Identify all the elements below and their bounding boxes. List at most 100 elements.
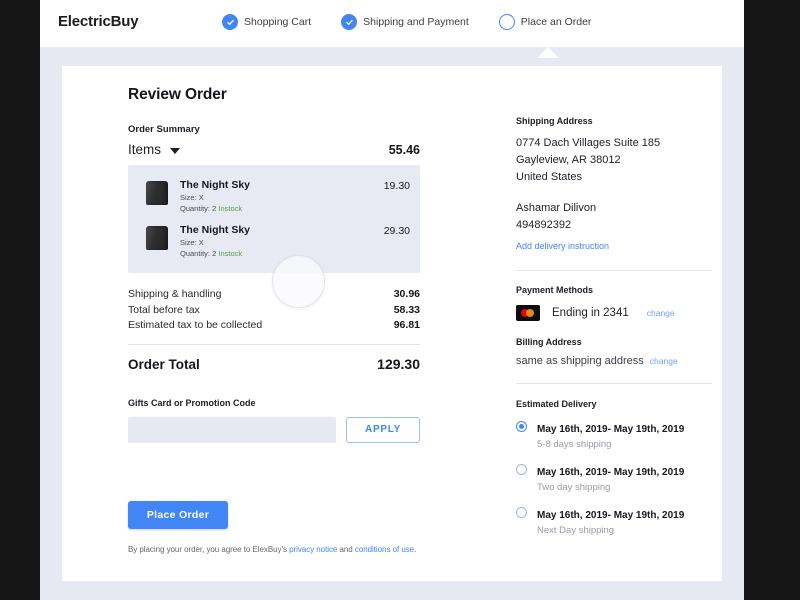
address-line: United States (516, 171, 583, 183)
totals-list: Shipping & handling 30.96 Total before t… (128, 287, 420, 334)
divider (516, 383, 712, 384)
radio-button-icon[interactable] (516, 421, 527, 432)
product-image (146, 181, 168, 205)
item-size: Size: X (180, 193, 204, 202)
order-summary-heading: Order Summary (128, 124, 200, 135)
billing-address-row: same as shipping address change (516, 355, 731, 367)
status-badge: Instock (218, 249, 243, 258)
chevron-down-icon[interactable] (170, 147, 181, 154)
estimated-delivery-heading: Estimated Delivery (516, 399, 597, 409)
total-row-shipping: Shipping & handling 30.96 (128, 287, 420, 303)
promo-code-row: APPLY (128, 416, 420, 443)
promo-code-label: Gifts Card or Promotion Code (128, 397, 256, 408)
delivery-sub: Next Day shipping (537, 525, 615, 536)
list-item[interactable]: The Night Sky Size: X Quantity: 2 Instoc… (128, 219, 420, 264)
total-amount: 58.33 (393, 303, 420, 316)
delivery-option-text: May 16th, 2019- May 19th, 2019 5-8 days … (537, 419, 684, 451)
delivery-options-group: May 16th, 2019- May 19th, 2019 5-8 days … (516, 419, 731, 537)
address-line: 0774 Dach Villages Suite 185 (516, 137, 661, 149)
site-header: ElectricBuy Shopping Cart Shipping and P… (40, 0, 744, 47)
item-info: The Night Sky Size: X Quantity: 2 Instoc… (180, 179, 384, 214)
conditions-of-use-link[interactable]: conditions of use (355, 545, 414, 554)
list-item[interactable]: The Night Sky Size: X Quantity: 2 Instoc… (128, 174, 420, 219)
total-row-estimated-tax: Estimated tax to be collected 96.81 (128, 318, 420, 334)
place-order-button[interactable]: Place Order (128, 500, 228, 529)
items-label: Items (128, 142, 162, 157)
address-line: Gayleview, AR 38012 (516, 154, 621, 166)
delivery-option-text: May 16th, 2019- May 19th, 2019 Two day s… (537, 462, 684, 494)
recipient-block: Ashamar Dilivon 494892392 (516, 200, 731, 234)
page-title: Review Order (128, 86, 227, 103)
divider (516, 270, 712, 271)
recipient-name: Ashamar Dilivon (516, 202, 597, 214)
empty-circle-icon (498, 14, 515, 30)
apply-button[interactable]: APPLY (346, 416, 420, 443)
item-name: The Night Sky (180, 224, 251, 236)
items-toggle-row[interactable]: Items 55.46 (128, 142, 420, 157)
item-size: Size: X (180, 238, 204, 247)
step-shipping-and-payment[interactable]: Shipping and Payment (341, 14, 469, 30)
order-summary-column: Review Order Order Summary Items 55.46 T… (128, 86, 420, 554)
order-total-row: Order Total 129.30 (128, 356, 420, 372)
item-info: The Night Sky Size: X Quantity: 2 Instoc… (180, 224, 384, 259)
delivery-option-next-day[interactable]: May 16th, 2019- May 19th, 2019 Next Day … (516, 505, 731, 537)
card-ending-label: Ending in 2341 (552, 307, 629, 319)
billing-address-heading: Billing Address (516, 337, 582, 347)
privacy-notice-link[interactable]: privacy notice (289, 545, 337, 554)
order-items-list: The Night Sky Size: X Quantity: 2 Instoc… (128, 165, 420, 273)
product-image (146, 226, 168, 250)
item-price: 19.30 (383, 180, 410, 192)
step-shopping-cart[interactable]: Shopping Cart (222, 14, 311, 30)
delivery-sub: Two day shipping (537, 482, 611, 493)
total-label: Total before tax (128, 303, 200, 316)
legal-middle: and (337, 544, 355, 554)
delivery-option-two-day[interactable]: May 16th, 2019- May 19th, 2019 Two day s… (516, 462, 731, 494)
item-thumbnail-wrap (146, 179, 180, 205)
delivery-date: May 16th, 2019- May 19th, 2019 (537, 467, 685, 478)
step-place-an-order[interactable]: Place an Order (498, 14, 592, 30)
item-quantity: Quantity: 2 (180, 249, 217, 258)
item-quantity-line: Quantity: 2 Instock (180, 204, 384, 214)
shipping-address-heading: Shipping Address (516, 116, 593, 126)
header-pointer-triangle (537, 47, 559, 58)
payment-methods-heading: Payment Methods (516, 285, 594, 295)
delivery-date: May 16th, 2019- May 19th, 2019 (537, 510, 685, 521)
total-label: Shipping & handling (128, 288, 222, 300)
brand-logo[interactable]: ElectricBuy (58, 13, 139, 30)
total-amount: 30.96 (393, 288, 420, 300)
total-amount: 96.81 (393, 319, 420, 331)
item-quantity-line: Quantity: 2 Instock (180, 249, 384, 259)
radio-button-icon[interactable] (516, 464, 527, 475)
item-thumbnail-wrap (146, 224, 180, 250)
status-badge: Instock (218, 204, 243, 213)
change-payment-link[interactable]: change (647, 308, 675, 318)
total-row-before-tax: Total before tax 58.33 (128, 303, 420, 319)
browser-viewport: ElectricBuy Shopping Cart Shipping and P… (40, 0, 744, 600)
check-circle-icon (341, 14, 358, 30)
total-label: Estimated tax to be collected (128, 319, 263, 331)
radio-button-icon[interactable] (516, 507, 527, 518)
items-subtotal: 55.46 (388, 142, 420, 157)
item-price: 29.30 (383, 225, 410, 237)
step-label: Shipping and Payment (363, 16, 469, 28)
change-billing-link[interactable]: change (650, 356, 678, 366)
legal-prefix: By placing your order, you agree to Elex… (128, 544, 290, 554)
item-quantity: Quantity: 2 (180, 204, 217, 213)
order-details-sidebar: Shipping Address 0774 Dach Villages Suit… (516, 116, 731, 548)
legal-suffix: . (414, 544, 417, 554)
review-order-card: Review Order Order Summary Items 55.46 T… (62, 66, 722, 581)
recipient-phone: 494892392 (516, 219, 572, 231)
delivery-option-text: May 16th, 2019- May 19th, 2019 Next Day … (537, 505, 684, 537)
divider (128, 343, 420, 345)
delivery-sub: 5-8 days shipping (537, 439, 612, 450)
step-label: Place an Order (520, 16, 592, 28)
step-label: Shopping Cart (244, 16, 312, 28)
order-total-label: Order Total (128, 356, 200, 372)
promo-code-input[interactable] (128, 416, 336, 443)
add-delivery-instruction-link[interactable]: Add delivery instruction (516, 241, 609, 251)
item-name: The Night Sky (180, 179, 251, 191)
delivery-option-standard[interactable]: May 16th, 2019- May 19th, 2019 5-8 days … (516, 419, 731, 451)
checkout-stepper: Shopping Cart Shipping and Payment Place… (222, 14, 591, 30)
payment-method-row: Ending in 2341 change (516, 305, 731, 321)
legal-disclaimer: By placing your order, you agree to Elex… (128, 545, 420, 554)
